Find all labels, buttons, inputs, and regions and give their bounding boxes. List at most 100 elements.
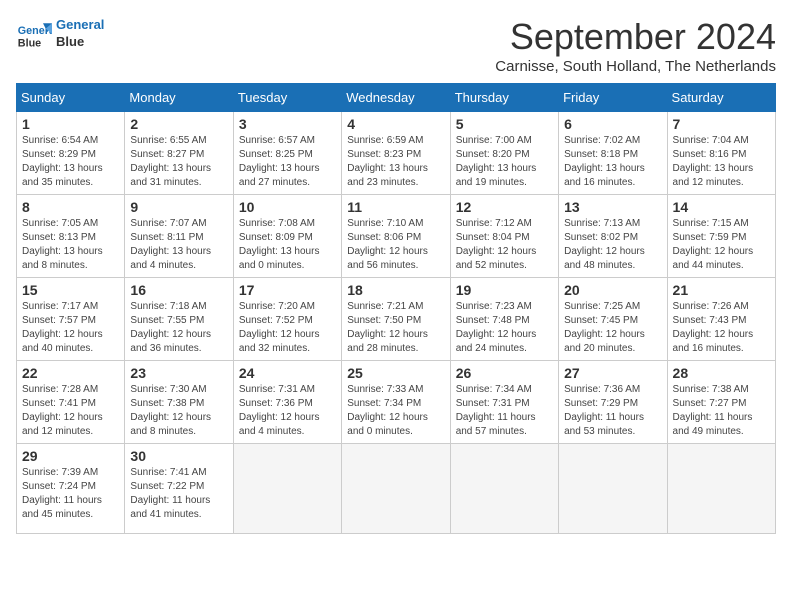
calendar-day-cell: 18Sunrise: 7:21 AM Sunset: 7:50 PM Dayli…	[342, 278, 450, 361]
day-info: Sunrise: 7:02 AM Sunset: 8:18 PM Dayligh…	[564, 134, 661, 190]
calendar-day-cell	[450, 444, 558, 534]
day-number: 19	[456, 282, 553, 298]
day-number: 6	[564, 116, 661, 132]
calendar-day-cell: 19 Sunrise: 7:23 AM Sunset: 7:48 PM Dayli…	[450, 278, 558, 361]
day-number: 22	[22, 365, 119, 381]
day-info: Sunrise: 7:33 AM Sunset: 7:34 PM Dayligh…	[347, 383, 444, 439]
day-number: 28	[673, 365, 770, 381]
day-number: 9	[130, 199, 227, 215]
day-info: Sunrise: 6:59 AM Sunset: 8:23 PM Dayligh…	[347, 134, 444, 190]
calendar-day-cell: 5 Sunrise: 7:00 AM Sunset: 8:20 PM Daylig…	[450, 112, 558, 195]
day-info: Sunrise: 7:36 AM Sunset: 7:29 PM Dayligh…	[564, 383, 661, 439]
title-block: September 2024 Carnisse, South Holland, …	[495, 16, 776, 75]
logo-icon: General Blue	[16, 16, 52, 52]
day-number: 30	[130, 448, 227, 464]
weekday-header: Wednesday	[342, 84, 450, 112]
day-info: Sunrise: 7:08 AM Sunset: 8:09 PM Dayligh…	[239, 217, 336, 273]
day-info: Sunrise: 7:28 AM Sunset: 7:41 PM Dayligh…	[22, 383, 119, 439]
day-number: 5	[456, 116, 553, 132]
calendar-day-cell: 7 Sunrise: 7:04 AM Sunset: 8:16 PM Daylig…	[667, 112, 775, 195]
calendar-header-row: SundayMondayTuesdayWednesdayThursdayFrid…	[17, 84, 776, 112]
calendar-day-cell: 22 Sunrise: 7:28 AM Sunset: 7:41 PM Dayli…	[17, 361, 125, 444]
day-info: Sunrise: 7:30 AM Sunset: 7:38 PM Dayligh…	[130, 383, 227, 439]
page-header: General Blue General Blue September 2024…	[16, 16, 776, 75]
day-info: Sunrise: 7:25 AM Sunset: 7:45 PM Dayligh…	[564, 300, 661, 356]
day-info: Sunrise: 7:20 AM Sunset: 7:52 PM Dayligh…	[239, 300, 336, 356]
day-info: Sunrise: 6:54 AM Sunset: 8:29 PM Dayligh…	[22, 134, 119, 190]
calendar-week-row: 15 Sunrise: 7:17 AM Sunset: 7:57 PM Dayli…	[17, 278, 776, 361]
calendar-day-cell: 30 Sunrise: 7:41 AM Sunset: 7:22 PM Dayli…	[125, 444, 233, 534]
weekday-header: Sunday	[17, 84, 125, 112]
day-number: 11	[347, 199, 444, 215]
day-number: 27	[564, 365, 661, 381]
day-number: 16	[130, 282, 227, 298]
calendar-day-cell: 23 Sunrise: 7:30 AM Sunset: 7:38 PM Dayli…	[125, 361, 233, 444]
calendar-week-row: 29 Sunrise: 7:39 AM Sunset: 7:24 PM Dayli…	[17, 444, 776, 534]
calendar-day-cell: 17Sunrise: 7:20 AM Sunset: 7:52 PM Dayli…	[233, 278, 341, 361]
calendar-day-cell: 13Sunrise: 7:13 AM Sunset: 8:02 PM Dayli…	[559, 195, 667, 278]
calendar-day-cell: 21Sunrise: 7:26 AM Sunset: 7:43 PM Dayli…	[667, 278, 775, 361]
day-info: Sunrise: 7:39 AM Sunset: 7:24 PM Dayligh…	[22, 466, 119, 522]
day-number: 29	[22, 448, 119, 464]
day-info: Sunrise: 7:31 AM Sunset: 7:36 PM Dayligh…	[239, 383, 336, 439]
calendar-day-cell: 25 Sunrise: 7:33 AM Sunset: 7:34 PM Dayli…	[342, 361, 450, 444]
calendar-day-cell: 28Sunrise: 7:38 AM Sunset: 7:27 PM Dayli…	[667, 361, 775, 444]
calendar-week-row: 1 Sunrise: 6:54 AM Sunset: 8:29 PM Daylig…	[17, 112, 776, 195]
calendar-day-cell: 1 Sunrise: 6:54 AM Sunset: 8:29 PM Daylig…	[17, 112, 125, 195]
day-number: 15	[22, 282, 119, 298]
day-info: Sunrise: 7:18 AM Sunset: 7:55 PM Dayligh…	[130, 300, 227, 356]
calendar-day-cell: 27 Sunrise: 7:36 AM Sunset: 7:29 PM Dayli…	[559, 361, 667, 444]
day-info: Sunrise: 7:04 AM Sunset: 8:16 PM Dayligh…	[673, 134, 770, 190]
day-info: Sunrise: 7:00 AM Sunset: 8:20 PM Dayligh…	[456, 134, 553, 190]
calendar-day-cell: 24 Sunrise: 7:31 AM Sunset: 7:36 PM Dayli…	[233, 361, 341, 444]
day-number: 3	[239, 116, 336, 132]
day-info: Sunrise: 7:07 AM Sunset: 8:11 PM Dayligh…	[130, 217, 227, 273]
day-info: Sunrise: 7:15 AM Sunset: 7:59 PM Dayligh…	[673, 217, 770, 273]
calendar-day-cell: 26Sunrise: 7:34 AM Sunset: 7:31 PM Dayli…	[450, 361, 558, 444]
day-number: 24	[239, 365, 336, 381]
weekday-header: Tuesday	[233, 84, 341, 112]
day-info: Sunrise: 7:10 AM Sunset: 8:06 PM Dayligh…	[347, 217, 444, 273]
day-number: 21	[673, 282, 770, 298]
day-number: 20	[564, 282, 661, 298]
weekday-header: Monday	[125, 84, 233, 112]
day-info: Sunrise: 7:12 AM Sunset: 8:04 PM Dayligh…	[456, 217, 553, 273]
calendar-week-row: 22 Sunrise: 7:28 AM Sunset: 7:41 PM Dayli…	[17, 361, 776, 444]
calendar-day-cell: 8Sunrise: 7:05 AM Sunset: 8:13 PM Daylig…	[17, 195, 125, 278]
day-info: Sunrise: 7:41 AM Sunset: 7:22 PM Dayligh…	[130, 466, 227, 522]
logo-text: General Blue	[56, 17, 104, 51]
day-number: 1	[22, 116, 119, 132]
day-info: Sunrise: 6:55 AM Sunset: 8:27 PM Dayligh…	[130, 134, 227, 190]
calendar-day-cell: 12Sunrise: 7:12 AM Sunset: 8:04 PM Dayli…	[450, 195, 558, 278]
day-number: 23	[130, 365, 227, 381]
calendar-day-cell: 15 Sunrise: 7:17 AM Sunset: 7:57 PM Dayli…	[17, 278, 125, 361]
day-info: Sunrise: 7:17 AM Sunset: 7:57 PM Dayligh…	[22, 300, 119, 356]
day-number: 7	[673, 116, 770, 132]
calendar-day-cell: 20 Sunrise: 7:25 AM Sunset: 7:45 PM Dayli…	[559, 278, 667, 361]
calendar-day-cell: 14 Sunrise: 7:15 AM Sunset: 7:59 PM Dayli…	[667, 195, 775, 278]
calendar-subtitle: Carnisse, South Holland, The Netherlands	[495, 58, 776, 75]
day-number: 8	[22, 199, 119, 215]
calendar-title: September 2024	[495, 16, 776, 58]
day-info: Sunrise: 6:57 AM Sunset: 8:25 PM Dayligh…	[239, 134, 336, 190]
logo: General Blue General Blue	[16, 16, 104, 52]
svg-text:Blue: Blue	[18, 38, 41, 50]
calendar-day-cell: 2 Sunrise: 6:55 AM Sunset: 8:27 PM Daylig…	[125, 112, 233, 195]
calendar-day-cell: 6 Sunrise: 7:02 AM Sunset: 8:18 PM Daylig…	[559, 112, 667, 195]
day-number: 10	[239, 199, 336, 215]
weekday-header: Saturday	[667, 84, 775, 112]
day-number: 25	[347, 365, 444, 381]
day-info: Sunrise: 7:13 AM Sunset: 8:02 PM Dayligh…	[564, 217, 661, 273]
day-info: Sunrise: 7:34 AM Sunset: 7:31 PM Dayligh…	[456, 383, 553, 439]
calendar-body: 1 Sunrise: 6:54 AM Sunset: 8:29 PM Daylig…	[17, 112, 776, 534]
calendar-week-row: 8Sunrise: 7:05 AM Sunset: 8:13 PM Daylig…	[17, 195, 776, 278]
calendar-day-cell	[233, 444, 341, 534]
day-number: 2	[130, 116, 227, 132]
calendar-day-cell: 11 Sunrise: 7:10 AM Sunset: 8:06 PM Dayli…	[342, 195, 450, 278]
day-info: Sunrise: 7:21 AM Sunset: 7:50 PM Dayligh…	[347, 300, 444, 356]
day-number: 4	[347, 116, 444, 132]
weekday-header: Thursday	[450, 84, 558, 112]
day-number: 14	[673, 199, 770, 215]
calendar-day-cell: 29 Sunrise: 7:39 AM Sunset: 7:24 PM Dayli…	[17, 444, 125, 534]
day-info: Sunrise: 7:23 AM Sunset: 7:48 PM Dayligh…	[456, 300, 553, 356]
